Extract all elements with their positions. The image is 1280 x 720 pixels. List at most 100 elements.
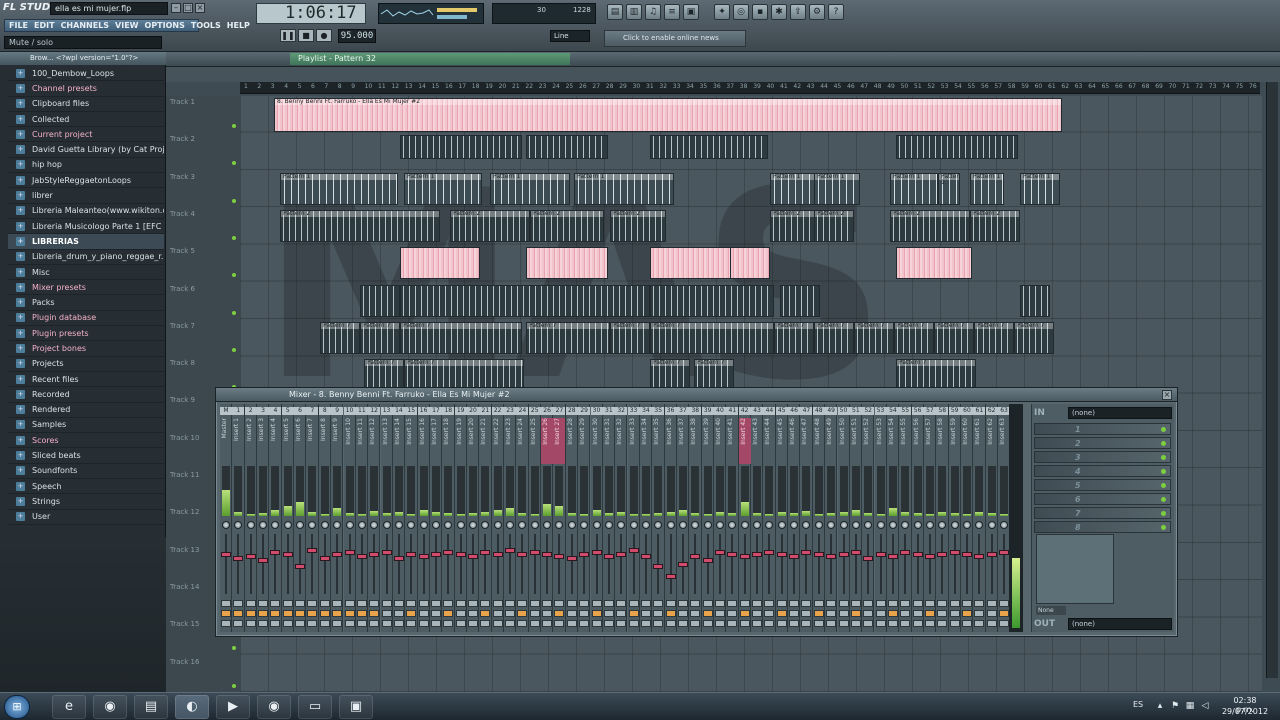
volume-fader[interactable] xyxy=(887,554,898,559)
mute-switch[interactable] xyxy=(591,600,602,607)
mixer-strip[interactable]: 52 Insert 52 xyxy=(862,404,875,632)
snap-select[interactable]: Line xyxy=(550,30,590,42)
mute-switch[interactable] xyxy=(356,600,367,607)
mixer-strip[interactable]: 51 Insert 51 xyxy=(849,404,863,632)
mixer-strip[interactable]: 9 Insert 9 xyxy=(331,404,344,632)
pattern-clip[interactable]: Pattern 2 xyxy=(814,209,854,242)
mixer-strip[interactable]: 56 Insert 56 xyxy=(911,404,924,632)
mixer-strip[interactable]: 14 Insert 14 xyxy=(392,404,406,632)
send-switch[interactable] xyxy=(838,620,849,627)
mute-switch[interactable] xyxy=(863,600,874,607)
volume-fader[interactable] xyxy=(529,550,540,555)
browser-item[interactable]: + Misc xyxy=(8,265,164,281)
mixer-strip[interactable]: 49 Insert 49 xyxy=(825,404,838,632)
taskbar-app[interactable]: ▶ xyxy=(216,695,250,719)
mute-switch[interactable] xyxy=(332,600,343,607)
pan-knob[interactable] xyxy=(567,521,576,529)
send-switch[interactable] xyxy=(344,620,355,627)
mixer-strip[interactable]: 39 Insert 39 xyxy=(701,404,714,632)
route-switch[interactable] xyxy=(776,610,787,617)
cd-icon[interactable]: ◎ xyxy=(733,4,749,20)
pan-knob[interactable] xyxy=(888,521,897,529)
audio-clip[interactable]: 8. Benny Benni Ft. Farruko - Ella Es Mi … xyxy=(274,98,1062,132)
route-switch[interactable] xyxy=(603,610,614,617)
pattern-clip[interactable]: Pattern 7 xyxy=(526,321,610,354)
pattern-clip[interactable]: Pattern 7 xyxy=(1014,321,1054,354)
track-mute-led[interactable] xyxy=(232,198,236,203)
start-button[interactable]: ⊞ xyxy=(4,695,30,719)
mixer-strip[interactable]: 44 Insert 44 xyxy=(763,404,776,632)
mixer-strip[interactable]: 62 Insert 62 xyxy=(985,404,998,632)
fx-slot-led[interactable] xyxy=(1161,469,1166,474)
route-switch[interactable] xyxy=(221,610,231,617)
mute-switch[interactable] xyxy=(393,600,404,607)
close-app-button[interactable]: × xyxy=(195,3,205,13)
pattern-clip[interactable]: Pattern 2 xyxy=(970,209,1020,242)
pattern-clip[interactable]: Pattern 7 xyxy=(360,321,400,354)
mixer-strip[interactable]: 55 Insert 55 xyxy=(899,404,912,632)
volume-fader[interactable] xyxy=(468,554,478,559)
pan-knob[interactable] xyxy=(617,521,626,529)
route-switch[interactable] xyxy=(838,610,849,617)
pan-knob[interactable] xyxy=(283,521,292,529)
mute-switch[interactable] xyxy=(850,600,861,607)
route-switch[interactable] xyxy=(554,610,565,617)
pan-knob[interactable] xyxy=(703,521,712,529)
mute-switch[interactable] xyxy=(529,600,540,607)
route-switch[interactable] xyxy=(690,610,701,617)
mixer-strip[interactable]: 16 Insert 16 xyxy=(417,404,430,632)
volume-fader[interactable] xyxy=(999,550,1010,555)
route-switch[interactable] xyxy=(715,610,725,617)
mixer-strip[interactable]: 23 Insert 23 xyxy=(504,404,517,632)
route-switch[interactable] xyxy=(826,610,837,617)
volume-fader[interactable] xyxy=(764,550,775,555)
mute-switch[interactable] xyxy=(455,600,466,607)
mixer-strip[interactable]: 50 Insert 50 xyxy=(837,404,850,632)
send-switch[interactable] xyxy=(826,620,837,627)
fx-slot-led[interactable] xyxy=(1161,497,1166,502)
browser-item[interactable]: +100_Dembow_Loops xyxy=(8,66,164,82)
pattern-clip[interactable] xyxy=(650,284,774,317)
export-icon[interactable]: ⇪ xyxy=(790,4,806,20)
menu-edit[interactable]: EDIT xyxy=(34,20,55,31)
mute-switch[interactable] xyxy=(924,600,935,607)
pattern-clip[interactable]: Pattern 7 xyxy=(894,321,934,354)
volume-fader[interactable] xyxy=(715,550,725,555)
route-switch[interactable] xyxy=(393,610,404,617)
send-switch[interactable] xyxy=(628,620,639,627)
pattern-clip[interactable] xyxy=(650,135,768,160)
mute-switch[interactable] xyxy=(826,600,837,607)
mute-switch[interactable] xyxy=(270,600,281,607)
fx-slot[interactable]: 4 xyxy=(1034,465,1171,477)
volume-fader[interactable] xyxy=(295,564,306,569)
send-switch[interactable] xyxy=(850,620,861,627)
send-switch[interactable] xyxy=(529,620,540,627)
volume-fader[interactable] xyxy=(702,558,713,563)
fx-slot[interactable]: 8 xyxy=(1034,521,1171,533)
volume-fader[interactable] xyxy=(875,552,886,557)
fx-slot[interactable]: 6 xyxy=(1034,493,1171,505)
volume-fader[interactable] xyxy=(344,550,355,555)
pattern-clip[interactable]: Pattern 7 xyxy=(650,359,690,390)
mixer-strip[interactable]: 61 Insert 61 xyxy=(973,404,986,632)
browser-item[interactable]: + Packs xyxy=(8,295,164,311)
route-switch[interactable] xyxy=(628,610,639,617)
mute-switch[interactable] xyxy=(221,600,231,607)
route-switch[interactable] xyxy=(319,610,330,617)
step-sequencer-button[interactable]: ▥ xyxy=(626,4,642,20)
pan-knob[interactable] xyxy=(580,521,589,529)
track-mute-led[interactable] xyxy=(232,646,236,651)
volume-fader[interactable] xyxy=(603,554,614,559)
pattern-clip[interactable]: Pattern 2 xyxy=(450,209,530,242)
mute-switch[interactable] xyxy=(752,600,763,607)
route-switch[interactable] xyxy=(764,610,775,617)
browser-item[interactable]: + Mixer presets xyxy=(8,280,164,296)
mixer-strip[interactable]: 31 Insert 31 xyxy=(602,404,616,632)
pan-knob[interactable] xyxy=(419,521,428,529)
mute-switch[interactable] xyxy=(986,600,997,607)
mute-switch[interactable] xyxy=(492,600,503,607)
browser-item[interactable]: + Projects xyxy=(8,357,164,372)
route-switch[interactable] xyxy=(727,610,738,617)
volume-fader[interactable] xyxy=(850,550,861,555)
route-switch[interactable] xyxy=(295,610,306,617)
